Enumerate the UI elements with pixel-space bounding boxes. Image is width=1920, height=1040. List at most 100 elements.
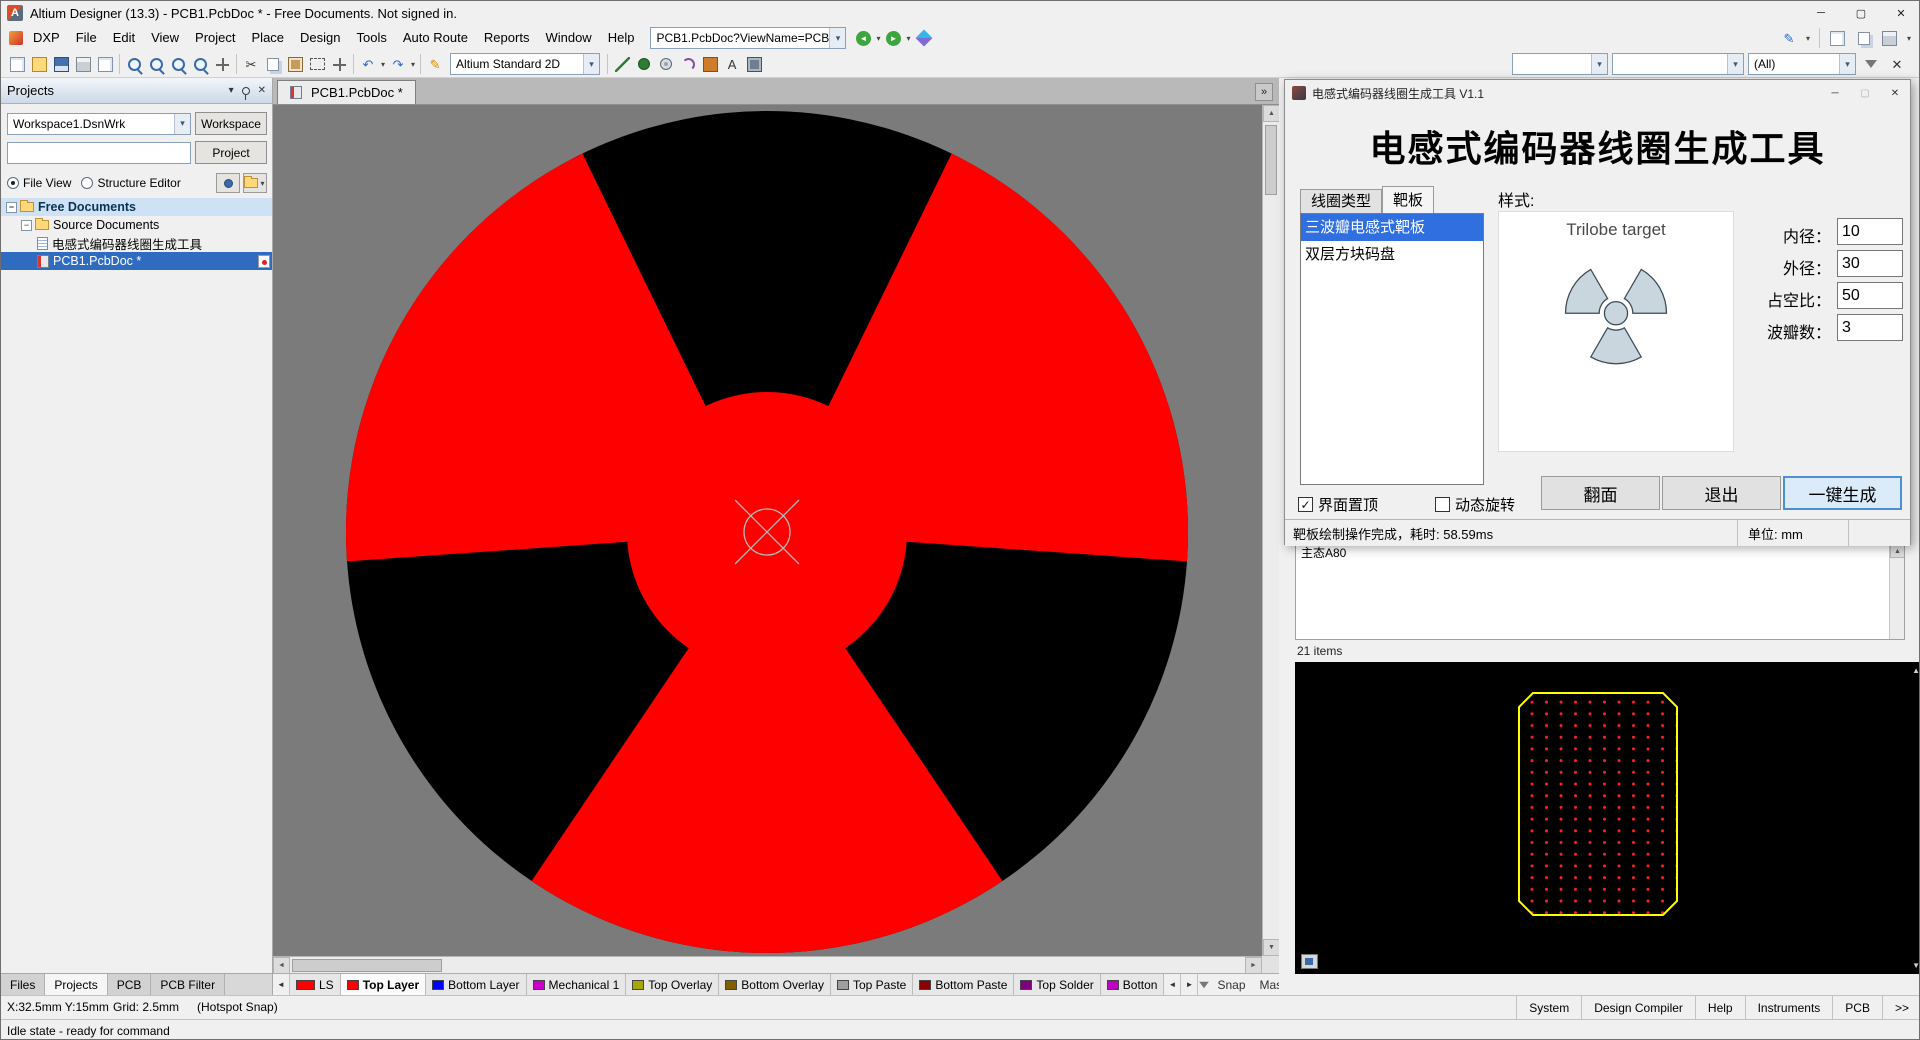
tab-coil-type[interactable]: 线圈类型	[1300, 189, 1383, 213]
browse-forward-button[interactable]: ►	[882, 27, 904, 49]
zoom-out-button[interactable]	[167, 53, 189, 75]
layer-scroll-right-button[interactable]: ►	[1181, 974, 1199, 995]
collapse-icon[interactable]: −	[6, 201, 17, 213]
duty-cycle-input[interactable]	[1837, 282, 1903, 309]
document-tab-pcb1[interactable]: PCB1.PcbDoc *	[277, 80, 416, 104]
place-via-button[interactable]	[655, 53, 677, 75]
right-tools-dropdown-icon[interactable]: ▾	[1905, 34, 1913, 43]
horizontal-scroll-thumb[interactable]	[292, 958, 442, 972]
board-preview[interactable]: ▲ ▼	[1295, 662, 1919, 974]
tab-files[interactable]: Files	[1, 974, 46, 995]
minimize-button[interactable]: ─	[1801, 1, 1841, 25]
compare-doc-button[interactable]	[1827, 27, 1849, 49]
back-dropdown-icon[interactable]: ▾	[874, 34, 882, 43]
scroll-right-icon[interactable]: ►	[1245, 956, 1262, 974]
menu-item-place[interactable]: Place	[244, 27, 293, 49]
panel-close-icon[interactable]: ✕	[258, 85, 266, 96]
maximize-button[interactable]: ▢	[1841, 1, 1881, 25]
view-style-dropdown-icon[interactable]: ▾	[583, 54, 600, 74]
mask-funnel-icon[interactable]	[1199, 981, 1210, 988]
layer-tab-bottom-layer[interactable]: Bottom Layer	[426, 974, 527, 995]
outer-diameter-input[interactable]	[1837, 250, 1903, 277]
panels-design-compiler-button[interactable]: Design Compiler	[1581, 996, 1695, 1019]
tool-close-button[interactable]: ✕	[1880, 82, 1910, 104]
layer-tab-bottom-overlay[interactable]: Bottom Overlay	[719, 974, 831, 995]
select-area-button[interactable]	[306, 53, 328, 75]
redo-button[interactable]: ↷	[387, 53, 409, 75]
tab-target-board[interactable]: 靶板	[1382, 186, 1435, 213]
layer-tab-bottom-solder[interactable]: Botton	[1100, 974, 1165, 995]
clear-filter-button[interactable]: ✕	[1886, 53, 1908, 75]
menu-item-reports[interactable]: Reports	[476, 27, 538, 49]
undo-button[interactable]: ↶	[357, 53, 379, 75]
mask-level-button[interactable]: Mask Level	[1253, 978, 1279, 992]
exit-button[interactable]: 退出	[1662, 476, 1781, 510]
layer-scroll-left-button[interactable]: ◄	[273, 974, 290, 995]
place-fill-button[interactable]	[699, 53, 721, 75]
save-button[interactable]	[50, 53, 72, 75]
cross-probe-button[interactable]	[211, 53, 233, 75]
structure-editor-radio[interactable]: Structure Editor	[81, 176, 181, 190]
layer-tab-mechanical-1[interactable]: Mechanical 1	[526, 974, 627, 995]
layer-tab-top-paste[interactable]: Top Paste	[830, 974, 914, 995]
place-line-button[interactable]	[611, 53, 633, 75]
filter-combo-2[interactable]: ▾	[1612, 53, 1744, 75]
layer-tab-bottom-paste[interactable]: Bottom Paste	[913, 974, 1015, 995]
tree-item-coil-tool-doc[interactable]: 电感式编码器线圈生成工具	[1, 234, 272, 252]
layer-scroll-left-button-2[interactable]: ◄	[1164, 974, 1182, 995]
menu-item-dxp[interactable]: DXP	[25, 27, 68, 49]
tree-item-source-documents[interactable]: − Source Documents	[1, 216, 272, 234]
list-item-double-layer-disc[interactable]: 双层方块码盘	[1301, 241, 1483, 268]
editor-horizontal-scrollbar[interactable]: ◄ ►	[273, 956, 1262, 974]
panels-help-button[interactable]: Help	[1694, 996, 1745, 1019]
forward-dropdown-icon[interactable]: ▾	[904, 34, 912, 43]
tab-pcb-filter[interactable]: PCB Filter	[151, 974, 226, 995]
layer-tab-top-solder[interactable]: Top Solder	[1014, 974, 1101, 995]
move-button[interactable]	[328, 53, 350, 75]
open-button[interactable]	[28, 53, 50, 75]
generate-button[interactable]: 一键生成	[1783, 476, 1902, 510]
tab-pcb[interactable]: PCB	[107, 974, 152, 995]
tab-projects[interactable]: Projects	[45, 974, 108, 995]
menu-item-autoroute[interactable]: Auto Route	[395, 27, 476, 49]
always-on-top-checkbox[interactable]: ✓ 界面置顶	[1298, 494, 1378, 515]
scroll-down-icon[interactable]: ▼	[1912, 961, 1919, 970]
browser-button[interactable]	[1879, 27, 1901, 49]
scroll-up-icon[interactable]: ▲	[1890, 544, 1904, 558]
collapse-icon[interactable]: −	[21, 219, 32, 231]
place-component-button[interactable]	[743, 53, 765, 75]
document-address-combo[interactable]: PCB1.PcbDoc?ViewName=PCBE ▾	[650, 27, 847, 49]
menu-item-file[interactable]: File	[68, 27, 105, 49]
cut-button[interactable]: ✂	[240, 53, 262, 75]
scroll-left-icon[interactable]: ◄	[273, 956, 290, 974]
tree-item-pcb1-doc[interactable]: PCB1.PcbDoc *	[1, 252, 272, 270]
scroll-down-icon[interactable]: ▼	[1263, 939, 1280, 956]
scroll-up-icon[interactable]: ▲	[1912, 666, 1919, 675]
undo-dropdown-icon[interactable]: ▾	[379, 60, 387, 69]
list-item[interactable]: 主态A80	[1296, 544, 1904, 562]
open-project-button[interactable]: ▾	[243, 173, 267, 193]
pencil-dropdown-icon[interactable]: ▾	[1804, 34, 1812, 43]
lobe-count-input[interactable]	[1837, 314, 1903, 341]
layer-tab-top-overlay[interactable]: Top Overlay	[626, 974, 720, 995]
panels-instruments-button[interactable]: Instruments	[1744, 996, 1833, 1019]
snap-button[interactable]: Snap	[1210, 978, 1252, 992]
place-pad-button[interactable]	[633, 53, 655, 75]
edit-pencil-button[interactable]: ✎	[1778, 27, 1800, 49]
preview-zoom-icon[interactable]	[1301, 954, 1318, 969]
inner-diameter-input[interactable]	[1837, 218, 1903, 245]
show-documents-button[interactable]	[216, 173, 240, 193]
menu-item-view[interactable]: View	[143, 27, 187, 49]
panel-pin-icon[interactable]	[241, 86, 250, 100]
pcb-panel-list[interactable]: 主态A80 ▲	[1295, 543, 1905, 640]
address-dropdown-icon[interactable]: ▾	[829, 28, 846, 48]
file-view-radio[interactable]: File View	[7, 176, 71, 190]
print-button[interactable]	[72, 53, 94, 75]
print-preview-button[interactable]	[94, 53, 116, 75]
place-string-button[interactable]: A	[721, 53, 743, 75]
browse-back-button[interactable]: ◄	[852, 27, 874, 49]
filter-combo-1[interactable]: ▾	[1512, 53, 1608, 75]
apply-filter-button[interactable]	[1860, 53, 1882, 75]
pcb-canvas[interactable]	[273, 105, 1262, 956]
list-scrollbar[interactable]: ▲	[1889, 544, 1904, 639]
